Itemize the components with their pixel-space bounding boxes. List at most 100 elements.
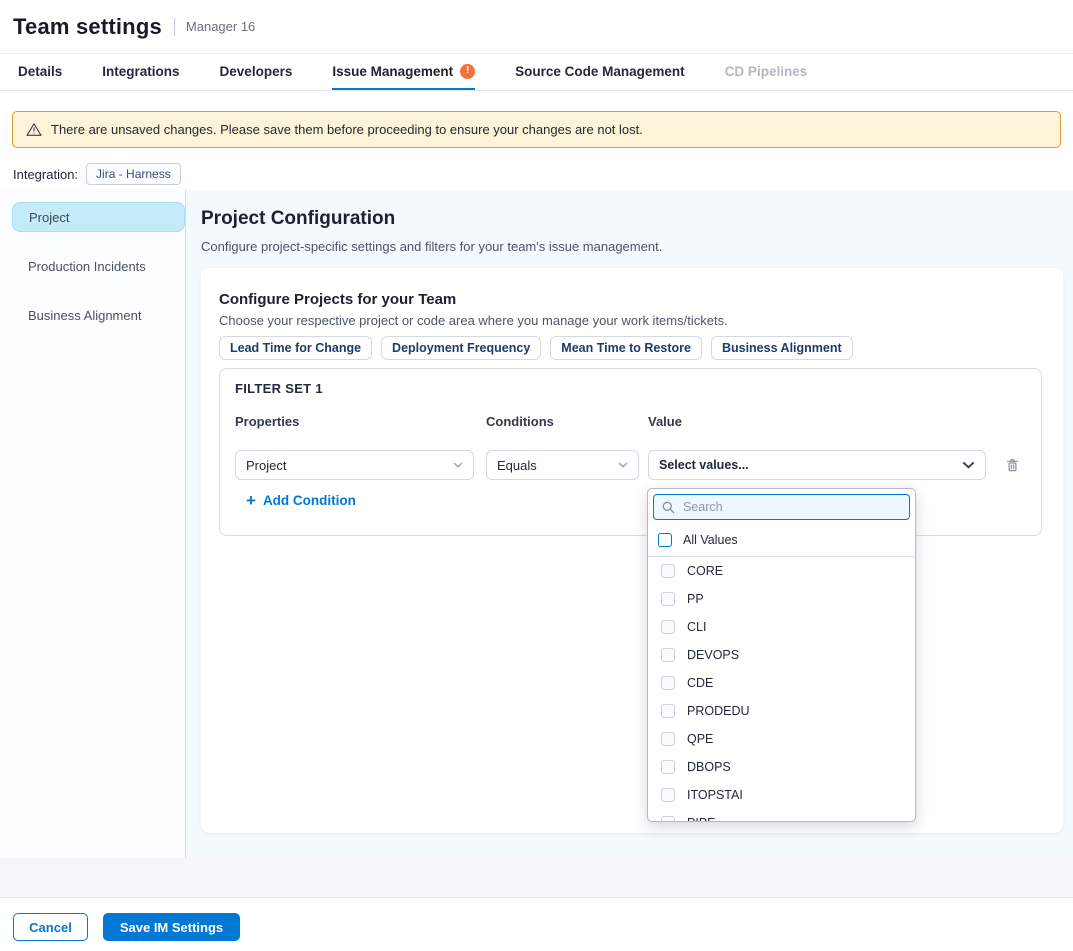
property-select[interactable]: Project	[235, 450, 474, 480]
search-input[interactable]	[681, 499, 901, 515]
tab-label: Source Code Management	[515, 64, 685, 79]
sidebar-item-project[interactable]: Project	[12, 202, 185, 232]
condition-select-value: Equals	[497, 458, 537, 473]
section-title: Project Configuration	[201, 208, 395, 230]
title-separator	[174, 18, 175, 36]
column-header-properties: Properties	[235, 414, 299, 429]
tab-cd-pipelines: CD Pipelines	[725, 54, 808, 90]
dropdown-option-prodedu[interactable]: PRODEDU	[648, 697, 915, 725]
section-subtitle: Configure project-specific settings and …	[201, 239, 662, 254]
integration-label: Integration:	[13, 167, 78, 182]
filter-set-title: FILTER SET 1	[235, 381, 323, 396]
integration-chip[interactable]: Jira - Harness	[86, 163, 181, 185]
delete-filter-button[interactable]	[1002, 455, 1022, 475]
chevron-down-icon	[618, 462, 628, 468]
warning-icon	[26, 122, 42, 137]
cancel-button[interactable]: Cancel	[13, 913, 88, 941]
checkbox[interactable]	[661, 648, 675, 662]
tab-integrations[interactable]: Integrations	[102, 54, 179, 90]
metric-chip-lead-time: Lead Time for Change	[219, 336, 372, 360]
tab-label: Developers	[220, 64, 293, 79]
tab-label: Details	[18, 64, 62, 79]
tab-details[interactable]: Details	[18, 54, 62, 90]
property-select-value: Project	[246, 458, 286, 473]
tab-developers[interactable]: Developers	[220, 54, 293, 90]
add-condition-button[interactable]: + Add Condition	[246, 492, 356, 509]
values-multiselect-placeholder: Select values...	[659, 458, 749, 472]
dropdown-option-devops[interactable]: DEVOPS	[648, 641, 915, 669]
option-label: CLI	[687, 620, 706, 634]
tab-issue-management[interactable]: Issue Management !	[332, 54, 475, 90]
dropdown-option-cli[interactable]: CLI	[648, 613, 915, 641]
checkbox[interactable]	[661, 704, 675, 718]
save-im-settings-button[interactable]: Save IM Settings	[103, 913, 240, 941]
metric-chips: Lead Time for Change Deployment Frequenc…	[219, 336, 853, 360]
condition-select[interactable]: Equals	[486, 450, 639, 480]
option-label: CORE	[687, 564, 723, 578]
sidebar-item-business-alignment[interactable]: Business Alignment	[12, 300, 185, 330]
dropdown-option-pp[interactable]: PP	[648, 585, 915, 613]
option-label: CDE	[687, 676, 713, 690]
column-header-value: Value	[648, 414, 682, 429]
dropdown-option-dbops[interactable]: DBOPS	[648, 753, 915, 781]
chevron-down-icon	[962, 461, 975, 469]
dropdown-option-qpe[interactable]: QPE	[648, 725, 915, 753]
tab-label: CD Pipelines	[725, 64, 808, 79]
card-title: Configure Projects for your Team	[219, 291, 456, 308]
checkbox[interactable]	[661, 620, 675, 634]
chevron-down-icon	[453, 462, 463, 468]
values-multiselect[interactable]: Select values...	[648, 450, 986, 480]
integration-row: Integration: Jira - Harness	[13, 163, 181, 185]
plus-icon: +	[246, 492, 256, 509]
bottom-strip	[0, 858, 1073, 897]
dropdown-option-itopstai[interactable]: ITOPSTAI	[648, 781, 915, 809]
option-label: DEVOPS	[687, 648, 739, 662]
filter-set-1: FILTER SET 1 Properties Conditions Value…	[219, 368, 1042, 536]
option-label: PIPE	[687, 816, 716, 822]
dropdown-option-cde[interactable]: CDE	[648, 669, 915, 697]
metric-chip-deployment-frequency: Deployment Frequency	[381, 336, 541, 360]
sidebar-item-label: Business Alignment	[28, 308, 141, 323]
option-label: QPE	[687, 732, 713, 746]
sidebar-divider	[185, 190, 186, 858]
tab-bar: Details Integrations Developers Issue Ma…	[0, 54, 1073, 91]
page-subtitle: Manager 16	[186, 19, 255, 34]
metric-chip-mean-time-to-restore: Mean Time to Restore	[550, 336, 702, 360]
sidebar-item-label: Production Incidents	[28, 259, 146, 274]
checkbox[interactable]	[661, 760, 675, 774]
settings-sidebar: Project Production Incidents Business Al…	[12, 202, 185, 349]
option-label: ITOPSTAI	[687, 788, 743, 802]
select-all-values-option[interactable]: All Values	[648, 525, 915, 556]
dropdown-search[interactable]	[653, 494, 910, 520]
tab-label: Issue Management	[332, 64, 453, 79]
tab-source-code-management[interactable]: Source Code Management	[515, 54, 685, 90]
team-settings-page: Team settings Manager 16 Details Integra…	[0, 0, 1073, 951]
checkbox[interactable]	[661, 676, 675, 690]
dropdown-option-pipe[interactable]: PIPE	[648, 809, 915, 822]
values-dropdown-panel: All Values CORE PP CLI DEVOPS CDE PRODED…	[647, 488, 916, 822]
tab-label: Integrations	[102, 64, 179, 79]
column-header-conditions: Conditions	[486, 414, 554, 429]
checkbox[interactable]	[661, 732, 675, 746]
dropdown-option-core[interactable]: CORE	[648, 557, 915, 585]
page-header: Team settings Manager 16	[0, 0, 1073, 54]
unsaved-changes-banner: There are unsaved changes. Please save t…	[12, 111, 1061, 148]
unsaved-alert-badge: !	[460, 64, 475, 79]
checkbox-all-values[interactable]	[658, 533, 672, 547]
card-subtitle: Choose your respective project or code a…	[219, 313, 728, 328]
option-label: PP	[687, 592, 704, 606]
page-title: Team settings	[13, 14, 162, 40]
banner-text: There are unsaved changes. Please save t…	[51, 122, 643, 137]
sidebar-item-production-incidents[interactable]: Production Incidents	[12, 251, 185, 281]
checkbox[interactable]	[661, 592, 675, 606]
option-label: DBOPS	[687, 760, 731, 774]
checkbox[interactable]	[661, 564, 675, 578]
add-condition-label: Add Condition	[263, 493, 356, 508]
checkbox[interactable]	[661, 788, 675, 802]
footer-bar: Cancel Save IM Settings	[0, 897, 1073, 951]
metric-chip-business-alignment: Business Alignment	[711, 336, 853, 360]
option-label: PRODEDU	[687, 704, 750, 718]
search-icon	[662, 501, 675, 514]
checkbox[interactable]	[661, 816, 675, 822]
trash-icon	[1005, 457, 1020, 473]
